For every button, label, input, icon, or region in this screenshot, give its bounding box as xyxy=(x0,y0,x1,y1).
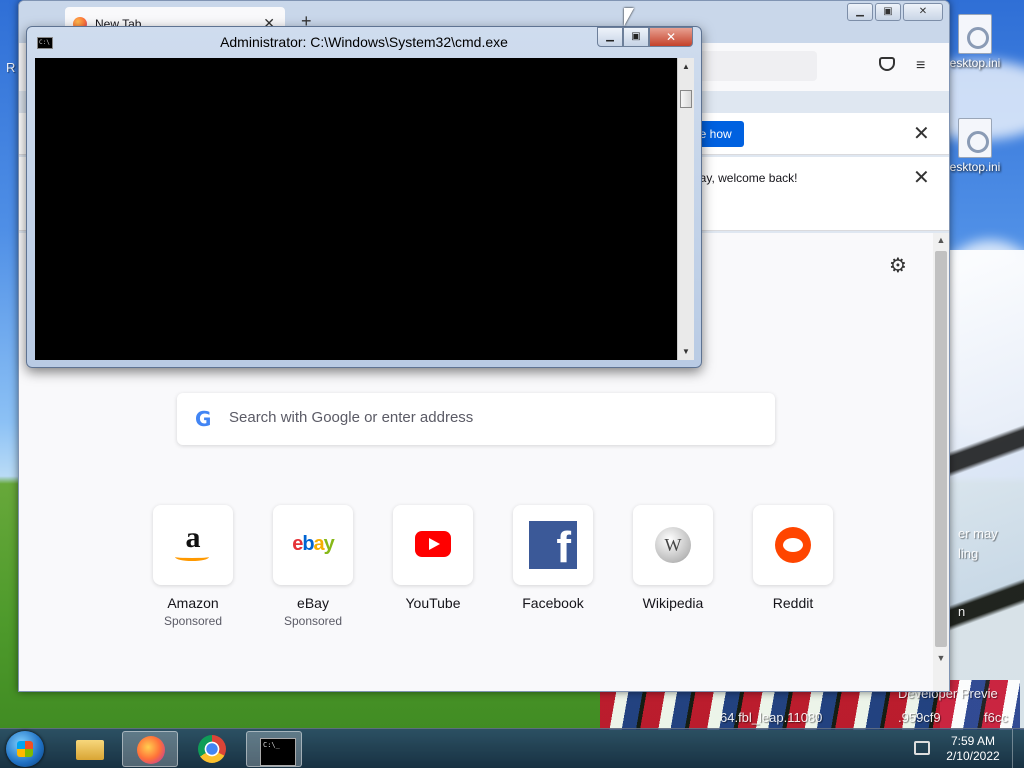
tile-label: Amazon xyxy=(167,595,219,611)
watermark-text: .959cf9 xyxy=(898,710,941,725)
top-site-reddit[interactable]: Reddit xyxy=(733,505,853,628)
watermark-text: er may xyxy=(958,526,998,541)
scrollbar-thumb[interactable] xyxy=(935,251,947,647)
wallpaper-art xyxy=(940,250,1024,730)
top-site-wikipedia[interactable]: W Wikipedia xyxy=(613,505,733,628)
top-site-ebay[interactable]: ebay eBay Sponsored xyxy=(253,505,373,628)
top-site-amazon[interactable]: a Amazon Sponsored xyxy=(133,505,253,628)
amazon-smile-icon xyxy=(175,553,209,561)
desktop-icon-desktop-ini[interactable]: esktop.ini xyxy=(940,118,1010,174)
tile-box: W xyxy=(633,505,713,585)
desktop-left-fragment: R xyxy=(6,60,16,75)
clock-time: 7:59 AM xyxy=(950,734,996,748)
watermark-text: n xyxy=(958,604,966,619)
taskbar: 7:59 AM 2/10/2022 xyxy=(0,728,1024,768)
minimize-button[interactable]: ▁ xyxy=(847,3,873,21)
search-placeholder: Search with Google or enter address xyxy=(229,409,474,426)
scroll-down-icon[interactable]: ▼ xyxy=(678,347,694,356)
tile-sponsored: Sponsored xyxy=(283,614,343,628)
cmd-icon[interactable] xyxy=(246,731,302,767)
ebay-icon: ebay xyxy=(292,533,335,555)
app-menu-icon[interactable]: ≡ xyxy=(916,57,925,75)
maximize-button[interactable]: ▣ xyxy=(623,27,649,47)
chrome-icon[interactable] xyxy=(184,731,240,767)
tile-box: ebay xyxy=(273,505,353,585)
clock-date: 2/10/2022 xyxy=(946,749,1000,763)
close-icon[interactable]: ✕ xyxy=(913,121,930,146)
network-icon[interactable] xyxy=(914,741,930,755)
tile-label: YouTube xyxy=(405,595,461,611)
watermark-text: 64.fbl_leap.11080 xyxy=(720,710,823,725)
welcome-message: way, welcome back! xyxy=(691,171,798,185)
mouse-cursor-icon xyxy=(624,8,634,26)
firefox-icon[interactable] xyxy=(122,731,178,767)
console-scrollbar[interactable]: ▲ ▼ xyxy=(677,58,694,360)
watermark-text: f6cc xyxy=(984,710,1008,725)
scroll-down-icon[interactable]: ▼ xyxy=(933,653,949,663)
minimize-button[interactable]: ▁ xyxy=(597,27,623,47)
desktop-icon-label: esktop.ini xyxy=(949,56,1001,70)
maximize-button[interactable]: ▣ xyxy=(875,3,901,21)
page-scrollbar[interactable]: ▲ ▼ xyxy=(933,233,949,691)
desktop-icon-desktop-ini[interactable]: esktop.ini xyxy=(940,14,1010,70)
facebook-icon: f xyxy=(529,521,577,569)
youtube-icon xyxy=(415,531,451,557)
scrollbar-thumb[interactable] xyxy=(680,90,692,108)
reddit-icon xyxy=(775,527,811,563)
close-button[interactable]: ✕ xyxy=(649,27,693,47)
top-site-youtube[interactable]: YouTube xyxy=(373,505,493,628)
scroll-up-icon[interactable]: ▲ xyxy=(933,235,949,245)
tile-box: a xyxy=(153,505,233,585)
close-button[interactable]: ✕ xyxy=(903,3,943,21)
desktop-icon-label: esktop.ini xyxy=(949,160,1001,174)
show-desktop-button[interactable] xyxy=(1012,729,1024,768)
top-site-facebook[interactable]: f Facebook xyxy=(493,505,613,628)
cmd-window[interactable]: C:\ Administrator: C:\Windows\System32\c… xyxy=(26,26,702,368)
console-output[interactable] xyxy=(35,58,677,360)
tile-sponsored: Sponsored xyxy=(163,614,223,628)
tile-label: Facebook xyxy=(522,595,584,611)
wikipedia-icon: W xyxy=(655,527,691,563)
window-controls: ▁ ▣ ✕ xyxy=(597,27,693,47)
clock[interactable]: 7:59 AM 2/10/2022 xyxy=(936,734,1010,764)
window-controls: ▁ ▣ ✕ xyxy=(847,3,943,21)
scroll-up-icon[interactable]: ▲ xyxy=(678,62,694,71)
tile-box xyxy=(753,505,833,585)
top-sites: a Amazon Sponsored ebay eBay Sponsored Y… xyxy=(133,505,853,628)
tile-box xyxy=(393,505,473,585)
close-icon[interactable]: ✕ xyxy=(913,165,930,190)
settings-file-icon xyxy=(958,118,992,158)
amazon-icon: a xyxy=(185,521,201,554)
tile-label: Wikipedia xyxy=(642,595,704,611)
gear-icon[interactable]: ⚙ xyxy=(889,253,907,278)
tile-box: f xyxy=(513,505,593,585)
start-button[interactable] xyxy=(6,731,44,767)
windows-explorer-icon[interactable] xyxy=(62,731,118,767)
cmd-title-bar[interactable]: C:\ Administrator: C:\Windows\System32\c… xyxy=(27,27,701,57)
search-input[interactable]: G Search with Google or enter address xyxy=(177,393,775,445)
tile-label: Reddit xyxy=(772,595,814,611)
google-icon: G xyxy=(195,407,212,431)
settings-file-icon xyxy=(958,14,992,54)
watermark-text: ling xyxy=(958,546,979,561)
pocket-icon[interactable] xyxy=(879,57,895,71)
tile-label: eBay xyxy=(297,595,329,611)
